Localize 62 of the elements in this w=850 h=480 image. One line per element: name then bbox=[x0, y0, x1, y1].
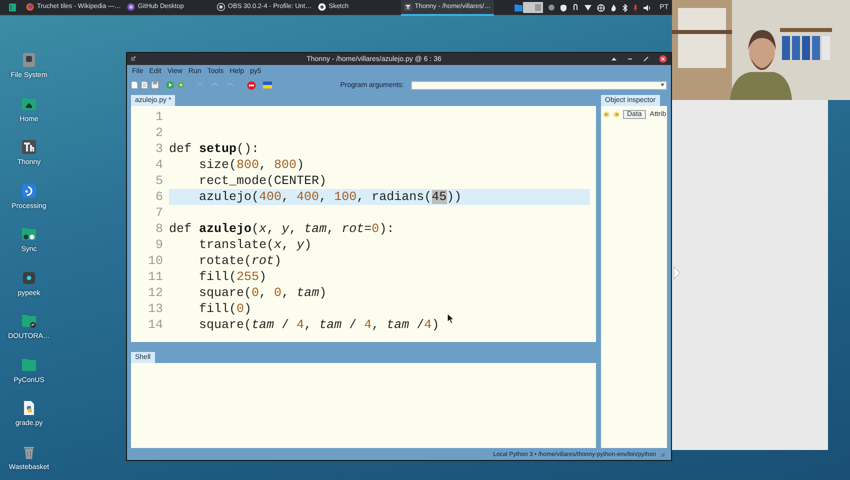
program-arguments-field[interactable] bbox=[411, 80, 667, 90]
line-number: 11 bbox=[146, 269, 163, 285]
line-number: 7 bbox=[154, 205, 163, 221]
thonny-icon bbox=[404, 2, 412, 10]
code-line: size(800, 800) bbox=[198, 157, 304, 173]
code-line: rotate(rot) bbox=[198, 253, 282, 269]
code-line: square(tam / 4, tam / 4, tam /4) bbox=[198, 317, 440, 333]
maximize-icon[interactable] bbox=[643, 56, 649, 62]
minimize-icon[interactable] bbox=[627, 56, 633, 62]
shield-icon[interactable] bbox=[560, 4, 567, 12]
code-line: rect_mode(CENTER) bbox=[198, 173, 327, 189]
stop-icon[interactable] bbox=[247, 80, 256, 90]
dropdown-caret-icon[interactable] bbox=[660, 83, 665, 87]
save-icon[interactable] bbox=[151, 81, 159, 89]
back-arrow-icon[interactable] bbox=[603, 111, 610, 118]
home-folder-icon[interactable] bbox=[21, 96, 37, 112]
code-line: square(0, 0, tam) bbox=[198, 285, 327, 301]
volume-icon[interactable] bbox=[642, 4, 651, 12]
new-file-icon[interactable] bbox=[131, 81, 138, 89]
line-number: 14 bbox=[146, 317, 163, 333]
microphone-icon[interactable] bbox=[632, 4, 638, 12]
preview-thumbnail bbox=[522, 2, 543, 13]
processing-icon[interactable] bbox=[21, 182, 37, 198]
code-line: def azulejo(x, y, tam, rot=0): bbox=[169, 221, 394, 237]
app-icon[interactable] bbox=[21, 270, 37, 286]
browser-icon bbox=[26, 2, 34, 10]
thonny-icon[interactable] bbox=[21, 139, 37, 155]
code-line: fill(0) bbox=[198, 301, 252, 317]
code-line: def setup(): bbox=[169, 141, 260, 157]
line-number: 4 bbox=[154, 157, 163, 173]
line-number: 3 bbox=[154, 141, 163, 157]
line-number: 5 bbox=[154, 173, 163, 189]
line-number: 9 bbox=[154, 237, 163, 253]
run-icon[interactable] bbox=[166, 81, 174, 89]
flag-icon bbox=[263, 81, 272, 89]
bluetooth-icon[interactable] bbox=[622, 4, 628, 12]
code-line: translate(x, y) bbox=[198, 237, 312, 253]
line-number: 1 bbox=[154, 109, 163, 125]
line-number: 10 bbox=[146, 253, 163, 269]
circle-icon[interactable] bbox=[548, 4, 555, 11]
github-icon bbox=[126, 2, 135, 10]
line-number: 6 bbox=[154, 189, 163, 205]
app-icon bbox=[318, 2, 326, 10]
line-number: 13 bbox=[146, 301, 163, 317]
globe-icon[interactable] bbox=[596, 4, 605, 12]
mouse-pointer-icon bbox=[447, 313, 454, 324]
code-line: fill(255) bbox=[198, 269, 267, 285]
folder-icon[interactable] bbox=[514, 4, 523, 12]
resize-grip-icon[interactable] bbox=[660, 452, 665, 457]
keep-above-icon[interactable] bbox=[611, 56, 617, 62]
drive-icon[interactable] bbox=[21, 52, 37, 68]
python-file-icon[interactable] bbox=[21, 400, 37, 416]
line-number: 8 bbox=[154, 221, 163, 237]
sync-folder-icon[interactable] bbox=[21, 226, 37, 242]
forward-arrow-icon[interactable] bbox=[613, 111, 620, 118]
line-number: 2 bbox=[154, 125, 163, 141]
record-icon bbox=[216, 2, 225, 10]
close-icon[interactable] bbox=[659, 55, 667, 63]
open-file-icon[interactable] bbox=[141, 81, 148, 89]
folder-icon[interactable] bbox=[21, 313, 37, 329]
launcher-icon[interactable] bbox=[8, 3, 17, 12]
line-number: 12 bbox=[146, 285, 163, 301]
